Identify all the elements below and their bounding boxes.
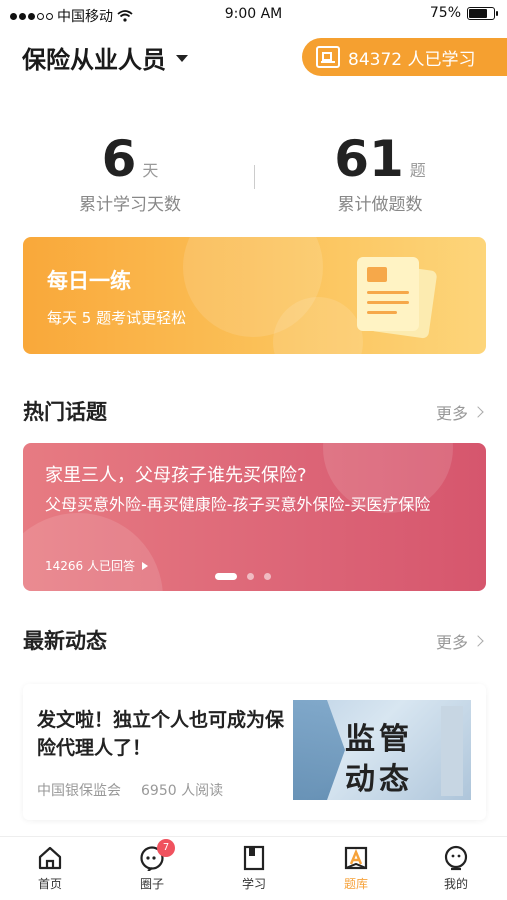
hot-topics-title: 热门话题 [23, 400, 107, 424]
chevron-right-icon [472, 406, 484, 418]
news-reads: 6950 人阅读 [141, 783, 224, 799]
daily-practice-title: 每日一练 [47, 269, 131, 293]
topic-answers: 14266 人已回答 [45, 557, 148, 574]
topic-description: 父母买意外险-再买健康险-孩子买意外保险-买医疗保险 [45, 495, 431, 514]
tab-circle[interactable]: 7 圈子 [117, 839, 187, 892]
tab-profile[interactable]: 我的 [421, 845, 491, 892]
answers-count: 14266 人已回答 [45, 559, 135, 573]
role-title: 保险从业人员 [22, 46, 166, 74]
tab-circle-label: 圈子 [139, 877, 164, 891]
tab-question-bank[interactable]: 题库 [321, 845, 391, 892]
book-icon [241, 845, 267, 871]
hot-topics-header: 热门话题 更多 [23, 396, 486, 426]
tab-home-label: 首页 [37, 877, 62, 891]
latest-header: 最新动态 更多 [23, 625, 486, 655]
battery-percent: 75% [429, 5, 461, 21]
stats-divider [254, 165, 255, 189]
stat-questions-unit: 题 [409, 161, 426, 180]
news-meta: 中国银保监会 6950 人阅读 [37, 780, 223, 800]
stat-questions-value: 61 [334, 130, 404, 188]
more-label: 更多 [435, 404, 468, 423]
learners-text: 84372 人已学习 [348, 49, 476, 70]
thumbnail-text-line1: 监管 [345, 722, 413, 757]
circle-icon: 7 [139, 839, 175, 872]
hot-topic-card[interactable]: 家里三人，父母孩子谁先买保险? 父母买意外险-再买健康险-孩子买意外保险-买医疗… [23, 443, 486, 591]
battery-info: 75% [429, 5, 498, 21]
header: 保险从业人员 84372 人已学习 [22, 38, 507, 78]
latest-more-link[interactable]: 更多 [435, 629, 484, 653]
stat-days-label: 累计学习天数 [79, 195, 181, 215]
caret-down-icon [176, 55, 188, 62]
carousel-dot[interactable] [264, 573, 271, 580]
news-title: 发文啦！独立个人也可成为保险代理人了！ [37, 709, 285, 759]
stat-study-days: 6天 累计学习天数 [30, 130, 230, 215]
thumbnail-text-line2: 动态 [345, 762, 413, 797]
status-bar: 中国移动 9:00 AM 75% [0, 0, 507, 30]
topic-title: 家里三人，父母孩子谁先买保险? [45, 465, 307, 486]
daily-practice-card[interactable]: 每日一练 每天 5 题考试更轻松 [23, 237, 486, 354]
role-selector[interactable]: 保险从业人员 [22, 40, 188, 75]
tab-question-bank-label: 题库 [343, 877, 368, 891]
latest-title: 最新动态 [23, 629, 107, 653]
daily-practice-subtitle: 每天 5 题考试更轻松 [47, 309, 187, 327]
carousel-dot[interactable] [215, 573, 237, 580]
tab-study[interactable]: 学习 [219, 845, 289, 892]
notification-badge: 7 [157, 839, 175, 857]
document-icon [357, 257, 438, 339]
tab-bar: 首页 7 圈子 学习 题库 我的 [0, 836, 507, 900]
play-icon [142, 561, 148, 570]
news-source: 中国银保监会 [37, 783, 121, 799]
carousel-dot[interactable] [247, 573, 254, 580]
study-stats: 6天 累计学习天数 61 题 累计做题数 [0, 130, 507, 220]
question-bank-icon [343, 845, 369, 871]
profile-icon [443, 845, 469, 871]
battery-icon [467, 6, 498, 20]
tab-study-label: 学习 [241, 877, 266, 891]
tab-profile-label: 我的 [443, 877, 468, 891]
hot-topics-more-link[interactable]: 更多 [435, 400, 484, 424]
tab-home[interactable]: 首页 [15, 845, 85, 892]
news-card[interactable]: 发文啦！独立个人也可成为保险代理人了！ 中国银保监会 6950 人阅读 监管 动… [23, 684, 486, 820]
more-label: 更多 [435, 633, 468, 652]
learners-icon [316, 46, 340, 68]
home-icon [37, 845, 63, 871]
news-thumbnail: 监管 动态 [293, 700, 471, 800]
stat-questions-label: 累计做题数 [337, 195, 423, 215]
carousel-indicator[interactable] [215, 573, 271, 580]
stat-questions: 61 题 累计做题数 [280, 130, 480, 215]
learners-pill[interactable]: 84372 人已学习 [302, 38, 507, 76]
chevron-right-icon [472, 635, 484, 647]
stat-days-unit: 天 [142, 161, 159, 180]
stat-days-value: 6 [101, 130, 137, 188]
